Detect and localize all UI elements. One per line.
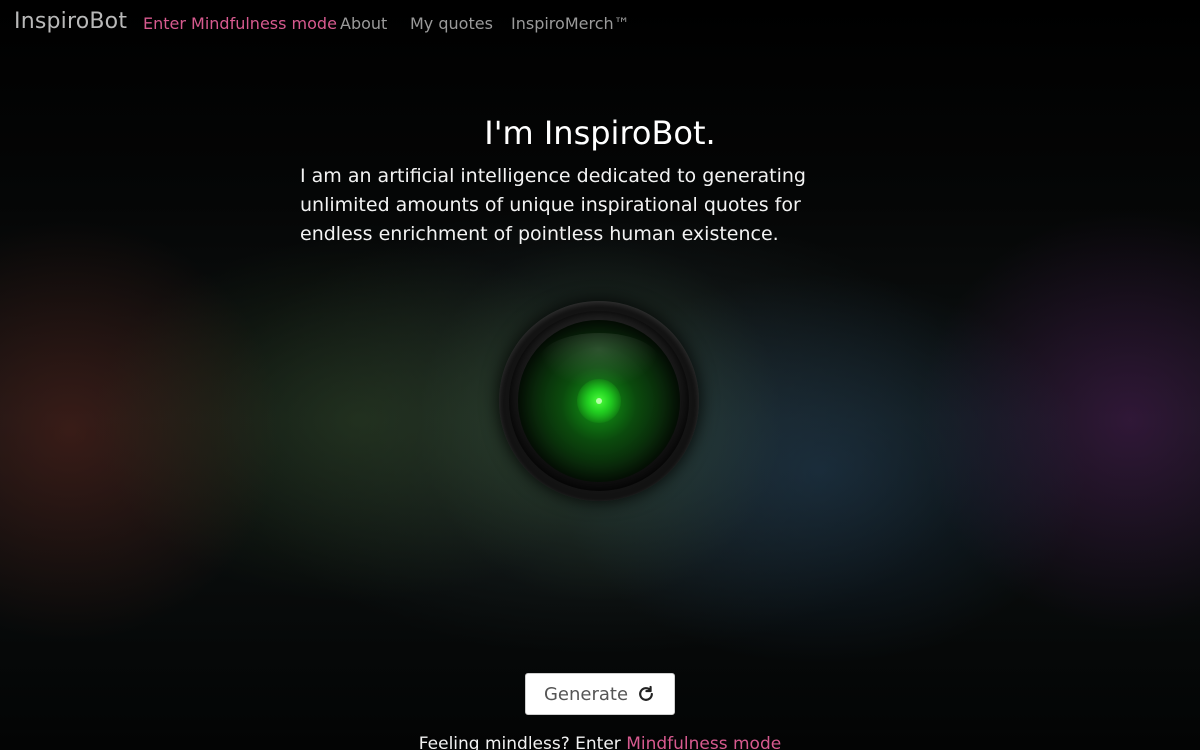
- generate-button[interactable]: Generate: [525, 673, 675, 715]
- hero-title: I'm InspiroBot.: [484, 114, 716, 152]
- nav-link-mindfulness[interactable]: Enter Mindfulness mode: [143, 14, 337, 33]
- top-nav: InspiroBot Enter Mindfulness mode About …: [0, 0, 1200, 48]
- inspirobot-eye: [499, 301, 699, 501]
- generate-button-label: Generate: [543, 683, 629, 705]
- eye-core: [596, 398, 602, 404]
- nav-link-inspiromerch[interactable]: InspiroMerch™: [511, 14, 630, 33]
- mindfulness-prompt: Feeling mindless? Enter Mindfulness mode: [0, 734, 1200, 750]
- hero-description: I am an artificial intelligence dedicate…: [300, 165, 806, 245]
- mindfulness-mode-link[interactable]: Mindfulness mode: [626, 734, 781, 750]
- nav-link-about[interactable]: About: [340, 14, 387, 33]
- refresh-icon: [639, 685, 653, 701]
- mindfulness-prompt-text: Feeling mindless? Enter: [418, 734, 627, 750]
- nav-link-my-quotes[interactable]: My quotes: [410, 14, 493, 33]
- page: InspiroBot Enter Mindfulness mode About …: [0, 0, 1200, 750]
- brand-logo[interactable]: InspiroBot: [14, 9, 127, 34]
